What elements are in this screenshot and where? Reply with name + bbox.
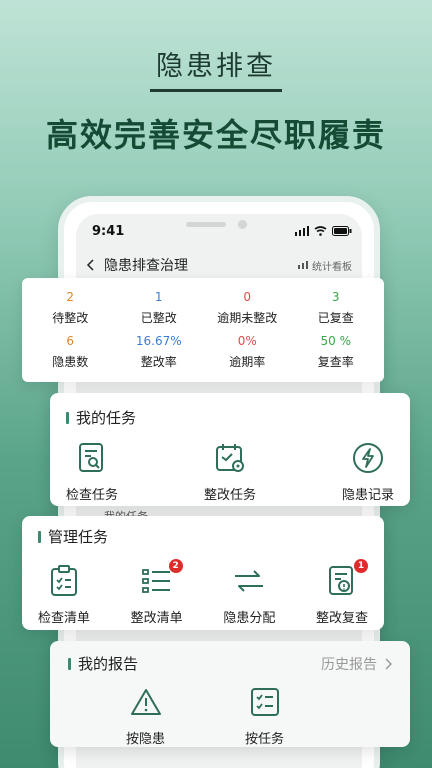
- stat-label: 逾期率: [229, 355, 266, 369]
- history-report-link[interactable]: 历史报告: [321, 654, 392, 674]
- report-by-task-label: 按任务: [245, 732, 285, 747]
- nav-bar: 隐患排查治理 统计看板: [76, 248, 362, 282]
- history-report-label: 历史报告: [321, 656, 377, 673]
- stats-board-link[interactable]: 统计看板: [298, 258, 352, 273]
- hero-tag-text: 隐患排查: [150, 44, 282, 92]
- stat-hazard-count[interactable]: 6 隐患数: [26, 330, 115, 374]
- stat-reviewed[interactable]: 3 已复查: [292, 286, 381, 330]
- stat-value: 6: [66, 334, 75, 348]
- stat-label: 隐患数: [52, 355, 89, 369]
- status-time: 9:41: [92, 223, 125, 239]
- stat-value: 0: [243, 290, 252, 304]
- stat-value: 16.67%: [135, 334, 182, 348]
- stat-label: 已复查: [317, 311, 354, 325]
- stat-pending[interactable]: 2 待整改: [26, 286, 115, 330]
- bar-chart-icon: [298, 261, 308, 269]
- task-list-icon: [247, 684, 283, 720]
- app-promo-screen: { "hero": { "tag": "隐患排查", "title": "高效完…: [0, 0, 432, 768]
- stat-value: 3: [331, 290, 340, 304]
- stat-value: 1: [154, 290, 163, 304]
- signal-icon: [295, 226, 309, 236]
- stat-label: 已整改: [140, 311, 177, 325]
- hazard-record-button[interactable]: 隐患记录: [342, 440, 394, 503]
- document-search-icon: [74, 440, 110, 476]
- checklist-button[interactable]: 检查清单: [38, 563, 90, 626]
- hazard-record-label: 隐患记录: [341, 488, 394, 503]
- status-bar: 9:41: [76, 214, 362, 248]
- my-reports-card: 我的报告 历史报告 按隐患 按任务: [50, 641, 410, 747]
- my-tasks-header: 我的任务: [66, 407, 394, 428]
- stat-value: 2: [66, 290, 75, 304]
- rectify-list-button[interactable]: 2 整改清单: [130, 559, 183, 626]
- stat-overdue[interactable]: 0 逾期未整改: [203, 286, 292, 330]
- stat-label: 待整改: [52, 311, 89, 325]
- hazard-assign-label: 隐患分配: [223, 611, 276, 626]
- camera-dot: [238, 220, 247, 229]
- rectify-review-button[interactable]: 1 整改复查: [315, 559, 368, 626]
- stat-rectify-rate[interactable]: 16.67% 整改率: [115, 330, 204, 374]
- rectify-review-label: 整改复查: [315, 611, 368, 626]
- notification-badge: 2: [168, 559, 183, 573]
- stat-label: 复查率: [317, 355, 354, 369]
- stats-board-label: 统计看板: [312, 261, 352, 273]
- wifi-icon: [314, 226, 327, 236]
- management-tasks-card: 管理任务 检查清单 2 整改清单 隐患分配 1 整改复查: [22, 516, 384, 630]
- back-arrow-icon[interactable]: [86, 259, 94, 271]
- system-icons: [295, 226, 352, 236]
- stat-value: 0%: [237, 334, 257, 348]
- management-tasks-title: 管理任务: [48, 528, 109, 546]
- swap-arrows-icon: [231, 563, 267, 599]
- my-reports-title: 我的报告: [78, 655, 139, 673]
- lightning-circle-icon: [350, 440, 386, 476]
- rectify-task-label: 整改任务: [203, 488, 256, 503]
- warning-triangle-icon: [128, 684, 164, 720]
- speaker-notch: [186, 222, 226, 227]
- report-by-hazard-button[interactable]: 按隐患: [126, 684, 165, 747]
- stat-label: 整改率: [140, 355, 177, 369]
- notification-badge: 1: [353, 559, 368, 573]
- stats-panel: 2 待整改 1 已整改 0 逾期未整改 3 已复查 6 隐患数 16.67% 整改率 0% 逾…: [22, 278, 384, 382]
- battery-icon: [332, 226, 352, 236]
- inspection-task-label: 检查任务: [66, 488, 119, 503]
- report-by-task-button[interactable]: 按任务: [245, 684, 284, 747]
- hero-tag: 隐患排查: [0, 44, 432, 92]
- rectify-task-button[interactable]: 整改任务: [204, 440, 256, 503]
- inspection-task-button[interactable]: 检查任务: [66, 440, 118, 503]
- hazard-assign-button[interactable]: 隐患分配: [223, 563, 275, 626]
- stat-overdue-rate[interactable]: 0% 逾期率: [203, 330, 292, 374]
- section-marker: [38, 530, 41, 543]
- document-review-icon: 1: [324, 559, 368, 599]
- clipboard-check-icon: [46, 563, 82, 599]
- section-marker: [68, 657, 71, 670]
- stat-value: 50 %: [320, 334, 352, 348]
- stat-review-rate[interactable]: 50 % 复查率: [292, 330, 381, 374]
- my-tasks-card: 我的任务 检查任务 整改任务 隐患记录: [50, 393, 410, 506]
- my-tasks-title: 我的任务: [76, 409, 137, 427]
- hero-title: 高效完善安全尽职履责: [45, 116, 386, 154]
- checklist-label: 检查清单: [38, 611, 91, 626]
- section-marker: [66, 411, 69, 424]
- chevron-right-icon: [385, 657, 392, 670]
- management-tasks-header: 管理任务: [38, 526, 368, 547]
- my-reports-header: 我的报告: [68, 653, 138, 674]
- report-by-hazard-label: 按隐患: [126, 732, 166, 747]
- nav-title: 隐患排查治理: [104, 258, 188, 274]
- stat-label: 逾期未整改: [217, 311, 278, 325]
- rectify-list-label: 整改清单: [130, 611, 183, 626]
- calendar-gear-icon: [212, 440, 248, 476]
- list-icon: 2: [139, 559, 183, 599]
- stat-rectified[interactable]: 1 已整改: [115, 286, 204, 330]
